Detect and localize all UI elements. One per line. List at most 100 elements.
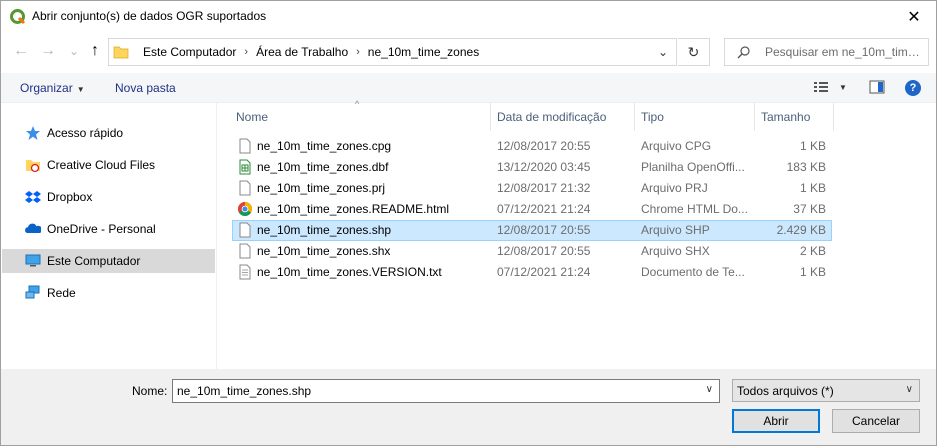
sidebar-item-quick-access[interactable]: Acesso rápido	[2, 121, 215, 145]
file-date: 12/08/2017 20:55	[497, 244, 591, 258]
file-row[interactable]: ne_10m_time_zones.shx 12/08/2017 20:55 A…	[232, 241, 832, 262]
title-bar: Abrir conjunto(s) de dados OGR suportado…	[1, 1, 936, 32]
column-header-name[interactable]: Nome	[236, 110, 268, 124]
breadcrumb-item[interactable]: Área de Trabalho	[250, 45, 354, 59]
file-list-header: ^ Nome Data de modificação Tipo Tamanho	[218, 99, 936, 131]
file-row[interactable]: ne_10m_time_zones.shp 12/08/2017 20:55 A…	[232, 220, 832, 241]
up-arrow-icon: ↑	[91, 42, 99, 59]
cancel-button[interactable]: Cancelar	[832, 409, 920, 433]
file-size: 1 KB	[799, 265, 826, 279]
creative-cloud-icon	[26, 160, 40, 173]
folder-icon	[113, 46, 129, 59]
open-button-label: Abrir	[763, 414, 789, 428]
back-button[interactable]: ←	[12, 41, 30, 61]
forward-button[interactable]: →	[39, 41, 57, 61]
cancel-button-label: Cancelar	[851, 414, 901, 428]
file-name: ne_10m_time_zones.VERSION.txt	[257, 265, 442, 279]
change-view-button[interactable]: ▼	[813, 80, 847, 94]
recent-locations-button[interactable]: ⌄	[65, 41, 83, 61]
sidebar-item-dropbox[interactable]: Dropbox	[2, 185, 215, 209]
navigation-bar: ← → ⌄ ↑ Este Computador › Área de Trabal…	[1, 34, 936, 70]
sidebar-item-label: Dropbox	[47, 190, 93, 204]
new-folder-button[interactable]: Nova pasta	[115, 81, 176, 95]
column-header-size[interactable]: Tamanho	[761, 110, 810, 124]
file-name: ne_10m_time_zones.cpg	[257, 139, 392, 153]
refresh-button[interactable]: ↻	[678, 38, 710, 66]
open-file-dialog: Abrir conjunto(s) de dados OGR suportado…	[0, 0, 937, 446]
file-type: Arquivo PRJ	[641, 181, 708, 195]
breadcrumb-separator-icon[interactable]: ›	[242, 46, 250, 58]
organize-button[interactable]: Organizar ▼	[20, 81, 85, 95]
text-file-icon	[239, 138, 251, 154]
spreadsheet-file-icon	[239, 159, 251, 175]
sidebar-item-label: OneDrive - Personal	[47, 222, 156, 236]
text-file-icon	[239, 180, 251, 196]
file-size: 2.429 KB	[776, 223, 826, 237]
address-bar[interactable]: Este Computador › Área de Trabalho › ne_…	[108, 38, 677, 66]
forward-arrow-icon: →	[40, 42, 56, 59]
file-date: 12/08/2017 20:55	[497, 223, 591, 237]
search-box[interactable]: Pesquisar em ne_10m_time_zones	[724, 38, 929, 66]
sidebar-item-onedrive[interactable]: OneDrive - Personal	[2, 217, 215, 241]
file-list: ^ Nome Data de modificação Tipo Tamanho …	[218, 99, 936, 369]
sidebar-item-network[interactable]: Rede	[2, 281, 215, 305]
up-button[interactable]: ↑	[86, 41, 104, 61]
caret-down-icon: ▼	[76, 85, 85, 94]
file-name: ne_10m_time_zones.dbf	[257, 160, 389, 174]
file-name: ne_10m_time_zones.shx	[257, 244, 391, 258]
organize-label: Organizar	[20, 81, 73, 95]
filename-input[interactable]: ne_10m_time_zones.shp ∨	[172, 379, 720, 403]
onedrive-icon	[25, 223, 41, 233]
network-icon	[25, 285, 40, 299]
file-type-filter-select[interactable]: Todos arquivos (*) ∨	[732, 379, 920, 402]
file-name: ne_10m_time_zones.shp	[257, 223, 392, 237]
close-button[interactable]: ✕	[892, 1, 936, 32]
file-type: Arquivo CPG	[641, 139, 712, 153]
search-placeholder: Pesquisar em ne_10m_time_zones	[765, 45, 925, 59]
breadcrumb-item[interactable]: Este Computador	[137, 45, 242, 59]
file-row[interactable]: ne_10m_time_zones.README.html 07/12/2021…	[232, 199, 832, 220]
preview-pane-icon[interactable]	[869, 80, 885, 94]
file-date: 07/12/2021 21:24	[497, 202, 591, 216]
column-header-type[interactable]: Tipo	[641, 110, 664, 124]
file-type: Documento de Te...	[641, 265, 745, 279]
file-type: Arquivo SHP	[641, 223, 710, 237]
text-file-icon	[239, 243, 251, 259]
chevron-down-icon: ⌄	[68, 44, 80, 58]
address-dropdown-icon[interactable]: ⌄	[658, 45, 668, 59]
file-row[interactable]: ne_10m_time_zones.prj 12/08/2017 21:32 A…	[232, 178, 832, 199]
qgis-logo-icon	[10, 9, 26, 25]
file-size: 1 KB	[799, 181, 826, 195]
file-row[interactable]: ne_10m_time_zones.dbf 13/12/2020 03:45 P…	[232, 157, 832, 178]
window-title: Abrir conjunto(s) de dados OGR suportado…	[32, 9, 267, 23]
breadcrumb-separator-icon[interactable]: ›	[354, 46, 362, 58]
open-button[interactable]: Abrir	[732, 409, 820, 433]
file-name: ne_10m_time_zones.prj	[257, 181, 386, 195]
help-icon[interactable]: ?	[905, 80, 921, 96]
dialog-footer: Nome: ne_10m_time_zones.shp ∨ Todos arqu…	[1, 369, 936, 445]
sidebar-item-this-pc[interactable]: Este Computador	[2, 249, 215, 273]
sidebar-item-label: Este Computador	[47, 254, 141, 268]
file-date: 12/08/2017 21:32	[497, 181, 591, 195]
sidebar-item-creative-cloud[interactable]: Creative Cloud Files	[2, 153, 215, 177]
file-type: Planilha OpenOffi...	[641, 160, 745, 174]
chevron-down-icon[interactable]: ∨	[706, 384, 713, 395]
breadcrumb-item[interactable]: ne_10m_time_zones	[362, 45, 485, 59]
text-document-icon	[239, 264, 251, 280]
file-row[interactable]: ne_10m_time_zones.VERSION.txt 07/12/2021…	[232, 262, 832, 283]
column-header-date[interactable]: Data de modificação	[497, 110, 606, 124]
refresh-icon: ↻	[687, 43, 700, 60]
file-size: 2 KB	[799, 244, 826, 258]
sidebar-item-label: Creative Cloud Files	[47, 158, 156, 172]
breadcrumb: Este Computador › Área de Trabalho › ne_…	[137, 45, 485, 59]
file-type: Arquivo SHX	[641, 244, 710, 258]
file-row[interactable]: ne_10m_time_zones.cpg 12/08/2017 20:55 A…	[232, 136, 832, 157]
computer-icon	[25, 254, 41, 267]
text-file-icon	[239, 222, 251, 238]
sort-ascending-icon: ^	[355, 99, 360, 109]
filename-label: Nome:	[132, 384, 168, 398]
chevron-down-icon: ∨	[905, 384, 913, 395]
command-bar: Organizar ▼ Nova pasta ▼ ?	[1, 73, 936, 103]
file-size: 183 KB	[786, 160, 826, 174]
new-folder-label: Nova pasta	[115, 81, 176, 95]
